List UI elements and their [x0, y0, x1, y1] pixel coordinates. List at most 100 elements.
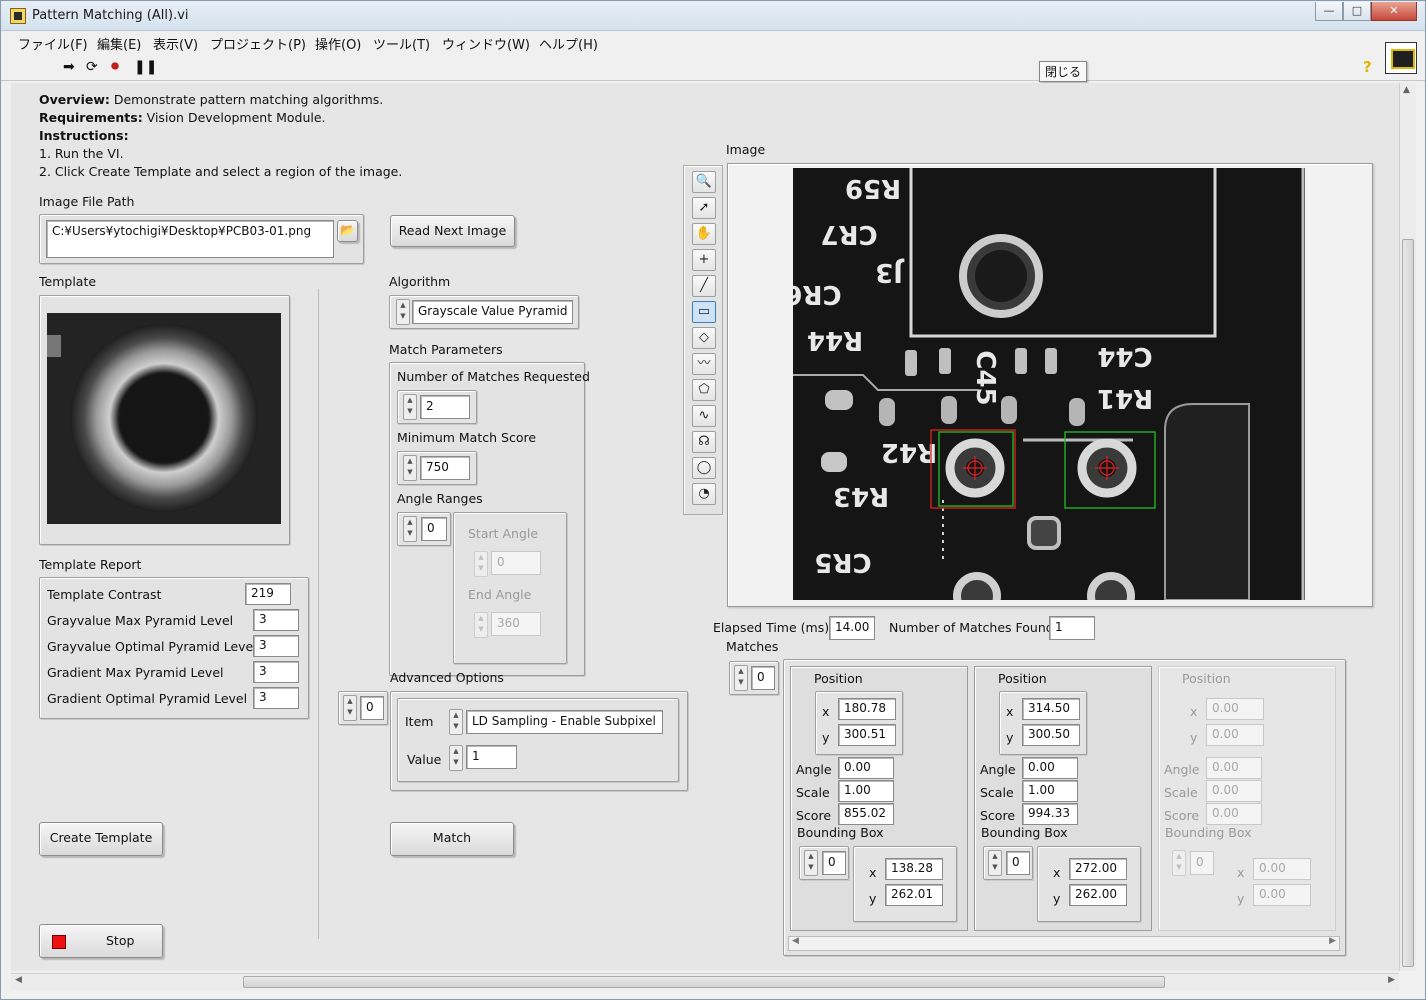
match-0-bbox-index-spinner[interactable]: ▲ ▼: [804, 850, 818, 876]
scroll-up-icon[interactable]: ▲: [1403, 85, 1410, 95]
match-button[interactable]: Match: [390, 822, 514, 856]
match-2-bbox-x-value: 0.00: [1253, 858, 1311, 880]
abort-icon[interactable]: ⏺: [111, 58, 119, 74]
angle-ranges-index-spinner[interactable]: ▲ ▼: [403, 516, 417, 542]
pcb-label-j3: J3: [875, 257, 905, 287]
maximize-button[interactable]: □: [1343, 2, 1371, 21]
advanced-options-label: Advanced Options: [390, 670, 504, 685]
read-next-image-button[interactable]: Read Next Image: [390, 215, 515, 247]
min-match-score-input[interactable]: 750: [420, 456, 470, 480]
menu-file[interactable]: ファイル(F): [18, 34, 88, 53]
toolbar: ➡ ⟳ ⏺ ❚❚: [1, 53, 1425, 81]
start-angle-input[interactable]: 0: [491, 551, 541, 575]
matches-label: Matches: [726, 639, 779, 654]
rotated-rectangle-tool-icon[interactable]: ◇: [692, 327, 716, 349]
matches-index-spinner[interactable]: ▲ ▼: [734, 665, 748, 691]
menu-help[interactable]: ヘルプ(H): [539, 34, 598, 53]
image-display[interactable]: R59 CR7 J3 CR6 R44 C45 C44 R41 R42 R43 C…: [793, 168, 1305, 600]
minimize-button[interactable]: —: [1315, 2, 1343, 21]
advanced-item-spinner[interactable]: ▲ ▼: [449, 709, 463, 735]
match-0-position-label: Position: [814, 671, 863, 686]
image-file-path-input[interactable]: C:¥Users¥ytochigi¥Desktop¥PCB03-01.png: [46, 220, 334, 258]
match-2-bbox-index-input[interactable]: 0: [1190, 851, 1214, 875]
match-1-bbox-index-spinner[interactable]: ▲ ▼: [988, 850, 1002, 876]
end-angle-input[interactable]: 360: [491, 612, 541, 636]
browse-folder-icon[interactable]: 📂: [337, 220, 358, 242]
selection-arrow-icon[interactable]: ➚: [692, 197, 716, 219]
end-angle-spinner[interactable]: ▲ ▼: [474, 612, 488, 638]
match-1-scale-label: Scale: [980, 785, 1014, 800]
line-tool-icon[interactable]: ╱: [692, 275, 716, 297]
menu-edit[interactable]: 編集(E): [97, 34, 141, 53]
advanced-options-index-input[interactable]: 0: [360, 696, 384, 720]
angle-ranges-index-input[interactable]: 0: [421, 517, 447, 541]
matches-index-input[interactable]: 0: [751, 666, 775, 690]
panel-divider: [318, 289, 319, 939]
match-1-bbox-x-label: x: [1053, 865, 1061, 880]
pcb-label-c44: C44: [1097, 341, 1152, 371]
menu-view[interactable]: 表示(V): [153, 34, 198, 53]
menu-window[interactable]: ウィンドウ(W): [442, 34, 530, 53]
close-tooltip: 閉じる: [1039, 61, 1088, 82]
run-arrow-icon[interactable]: ➡: [63, 60, 75, 74]
match-1-bounding-box-label: Bounding Box: [981, 825, 1068, 840]
menu-project[interactable]: プロジェクト(P): [210, 34, 306, 53]
elapsed-time-label: Elapsed Time (ms): [713, 620, 830, 635]
min-match-score-label: Minimum Match Score: [397, 430, 537, 445]
advanced-item-ring[interactable]: LD Sampling - Enable Subpixel: [466, 710, 663, 734]
point-tool-icon[interactable]: +: [692, 249, 716, 271]
num-matches-spinner[interactable]: ▲ ▼: [403, 394, 417, 420]
advanced-options-index-spinner[interactable]: ▲ ▼: [343, 695, 357, 721]
context-help-icon[interactable]: ?: [1363, 58, 1372, 76]
vertical-scrollbar[interactable]: ▲: [1399, 83, 1416, 971]
min-match-score-spinner[interactable]: ▲ ▼: [403, 455, 417, 481]
window-title: Pattern Matching (All).vi: [32, 8, 189, 23]
scroll-right-arrow-icon[interactable]: ▶: [1388, 975, 1395, 985]
menu-operate[interactable]: 操作(O): [315, 34, 361, 53]
matches-horizontal-scrollbar[interactable]: ◀ ▶: [788, 936, 1340, 951]
stop-button[interactable]: Stop: [39, 924, 163, 958]
pcb-label-r59: R59: [845, 173, 901, 203]
oval-tool-icon[interactable]: ◯: [692, 457, 716, 479]
polygon-tool-icon[interactable]: ⬠: [692, 379, 716, 401]
match-1-angle-value: 0.00: [1022, 757, 1078, 779]
match-1-score-value: 994.33: [1022, 803, 1078, 825]
scroll-left-arrow-icon[interactable]: ◀: [15, 975, 22, 985]
pcb-label-c45: C45: [970, 350, 1000, 405]
advanced-value-input[interactable]: 1: [466, 745, 517, 769]
vertical-scroll-thumb[interactable]: [1402, 239, 1414, 967]
match-2-bbox-index-spinner[interactable]: ▲ ▼: [1172, 850, 1186, 876]
freehand-line-tool-icon[interactable]: ∿: [692, 405, 716, 427]
scroll-right-icon[interactable]: ▶: [1329, 936, 1336, 946]
advanced-value-spinner[interactable]: ▲ ▼: [449, 745, 463, 771]
horizontal-scroll-thumb[interactable]: [243, 976, 1165, 988]
run-continuously-icon[interactable]: ⟳: [86, 60, 98, 74]
gradient-max-pyramid-label: Gradient Max Pyramid Level: [47, 665, 224, 680]
freehand-region-tool-icon[interactable]: ☊: [692, 431, 716, 453]
start-angle-spinner[interactable]: ▲ ▼: [474, 551, 488, 577]
algorithm-ring[interactable]: Grayscale Value Pyramid: [412, 300, 573, 324]
template-label: Template: [39, 274, 97, 289]
menu-tools[interactable]: ツール(T): [373, 34, 430, 53]
match-0-y-label: y: [822, 730, 830, 745]
zoom-icon[interactable]: 🔍: [692, 171, 716, 193]
num-matches-input[interactable]: 2: [420, 395, 470, 419]
pan-hand-icon[interactable]: ✋: [692, 223, 716, 245]
match-1-bbox-index-input[interactable]: 0: [1006, 851, 1030, 875]
algorithm-ring-spinner[interactable]: ▲ ▼: [396, 299, 410, 325]
annulus-tool-icon[interactable]: ◔: [692, 483, 716, 505]
vi-icon: [1385, 42, 1417, 74]
match-0-angle-value: 0.00: [838, 757, 894, 779]
match-1-position-label: Position: [998, 671, 1047, 686]
rectangle-tool-icon[interactable]: ▭: [692, 301, 716, 323]
match-0-bbox-y-value: 262.01: [885, 884, 943, 906]
create-template-button[interactable]: Create Template: [39, 822, 163, 856]
advanced-item-label: Item: [405, 714, 434, 729]
close-button[interactable]: ✕: [1371, 2, 1417, 21]
match-0-angle-label: Angle: [796, 762, 832, 777]
scroll-left-icon[interactable]: ◀: [792, 936, 799, 946]
match-0-bbox-index-input[interactable]: 0: [822, 851, 846, 875]
pause-icon[interactable]: ❚❚: [134, 60, 157, 74]
horizontal-scrollbar[interactable]: ◀ ▶: [11, 973, 1399, 990]
polyline-tool-icon[interactable]: 〰: [692, 353, 716, 375]
